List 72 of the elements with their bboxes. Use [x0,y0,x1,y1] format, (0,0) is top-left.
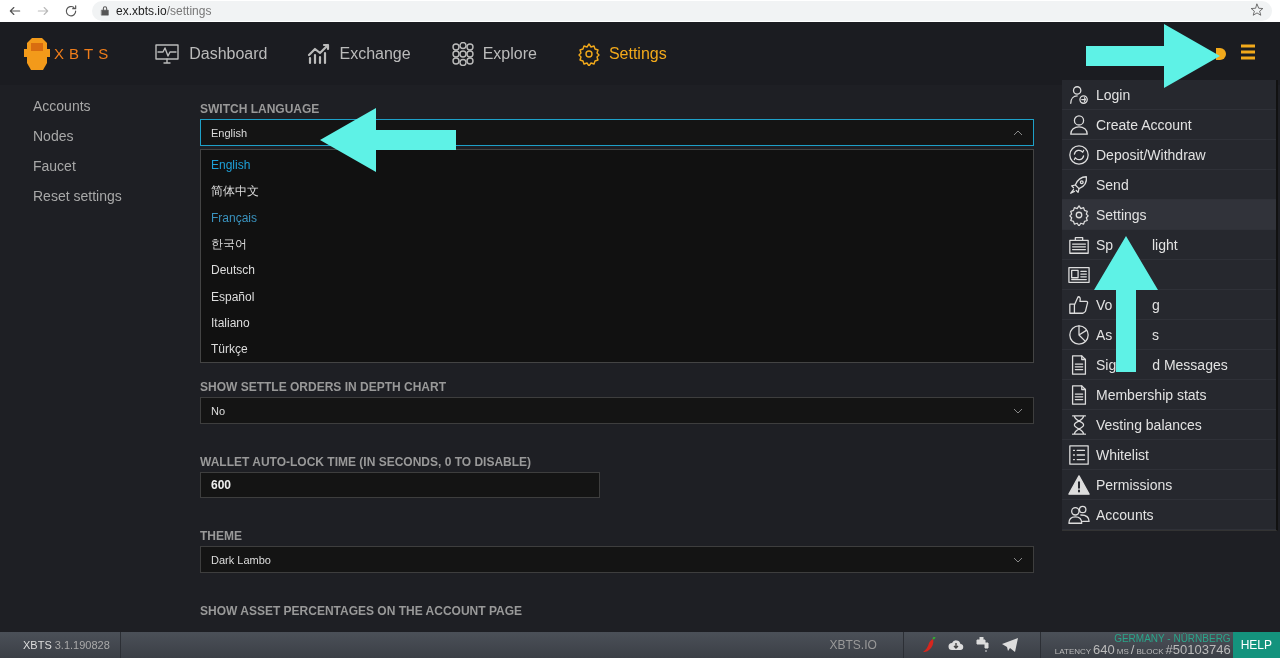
nav-tab[interactable]: Dashboard [153,41,268,66]
menu-item[interactable]: Whitelist [1062,440,1276,470]
settings-icon [1068,203,1090,226]
menu-item[interactable]: Vesting balances [1062,410,1276,440]
setting-label: WALLET AUTO-LOCK TIME (IN SECONDS, 0 TO DISABLE) [200,455,533,471]
cubes-icon [450,41,475,66]
reload-icon [64,4,78,18]
faucet-icon[interactable] [975,637,990,653]
paper-plane-icon[interactable] [1001,638,1018,652]
app-name: XBTS [23,639,52,651]
sidebar-item[interactable]: Accounts [33,97,200,116]
avatar-icon[interactable] [1216,47,1226,60]
setting-label: THEME [200,529,243,545]
setting-label: SWITCH LANGUAGE [200,102,321,117]
settings-icon [576,41,601,66]
help-button[interactable]: HELP [1232,632,1280,658]
user-icon [1068,113,1090,136]
dropdown-option[interactable]: 简体中文 [201,178,1033,205]
latency-label: LATENCY [1054,646,1092,657]
dropdown-option[interactable]: Español [201,283,1033,310]
helmet-logo-icon [24,36,50,71]
pie-chart-icon [1068,323,1090,346]
sidebar-item[interactable]: Faucet [33,157,200,176]
users-icon [1068,503,1090,526]
dropdown-option[interactable]: Français [201,204,1033,231]
input-field[interactable]: 600 [200,472,600,499]
menu-item[interactable]: Deposit/Withdraw [1062,140,1276,170]
menu-item[interactable]: Settings [1062,200,1276,230]
latency-value: 640 [1093,644,1115,655]
setting-label: SHOW SETTLE ORDERS IN DEPTH CHART [200,380,447,396]
logo-text: XBTS [54,45,114,62]
menu-item[interactable]: Membership stats [1062,380,1276,410]
back-icon [8,4,22,18]
monitor-icon [153,41,182,66]
lock-icon [100,6,110,16]
menu-item[interactable]: Permissions [1062,470,1276,500]
list-icon [1068,443,1090,466]
dropdown-option[interactable]: Türkçe [201,336,1033,363]
block-number: #50103746 [1165,644,1231,655]
node-location: GERMANY - NÜRNBERG [1114,633,1231,644]
menu-item[interactable]: Accounts [1062,500,1276,530]
menu-item[interactable]: Create Account [1062,110,1276,140]
latency-unit: MS [1116,646,1129,657]
thumbs-up-icon [1068,293,1090,316]
cloud-download-icon[interactable] [947,638,964,652]
url-text: ex.xbts.io/settings [116,4,212,18]
nav-tab[interactable]: Exchange [307,41,411,66]
address-bar[interactable]: ex.xbts.io/settings [92,1,1272,21]
select-field[interactable]: Dark Lambo [200,546,1034,574]
caret-icon [1013,129,1023,136]
setting-label: SHOW ASSET PERCENTAGES ON THE ACCOUNT PAGE [200,604,524,620]
version-number: 3.1.190828 [54,639,110,651]
block-label: BLOCK [1136,646,1164,657]
select-field[interactable]: No [200,397,1034,425]
caret-icon [1013,407,1023,414]
sidebar-item[interactable]: Reset settings [33,187,200,206]
rocket-icon [1068,173,1090,196]
warning-icon [1068,473,1090,496]
caret-icon [1013,556,1023,563]
star-icon [1250,2,1264,17]
dropdown-option[interactable]: Italiano [201,309,1033,337]
nav-tab[interactable]: Settings [576,41,667,66]
separator-slash: / [1130,644,1135,655]
exchange-circle-icon [1068,143,1090,166]
nav-tab[interactable]: Explore [450,41,537,66]
dropdown-option[interactable]: English [201,152,1033,179]
sidebar-item[interactable]: Nodes [33,127,200,146]
user-login-icon [1068,83,1090,106]
dropdown-option[interactable]: 한국어 [201,230,1033,258]
dropdown-option[interactable]: Deutsch [201,257,1033,284]
menu-button[interactable] [1240,44,1256,63]
chart-icon [307,41,332,66]
